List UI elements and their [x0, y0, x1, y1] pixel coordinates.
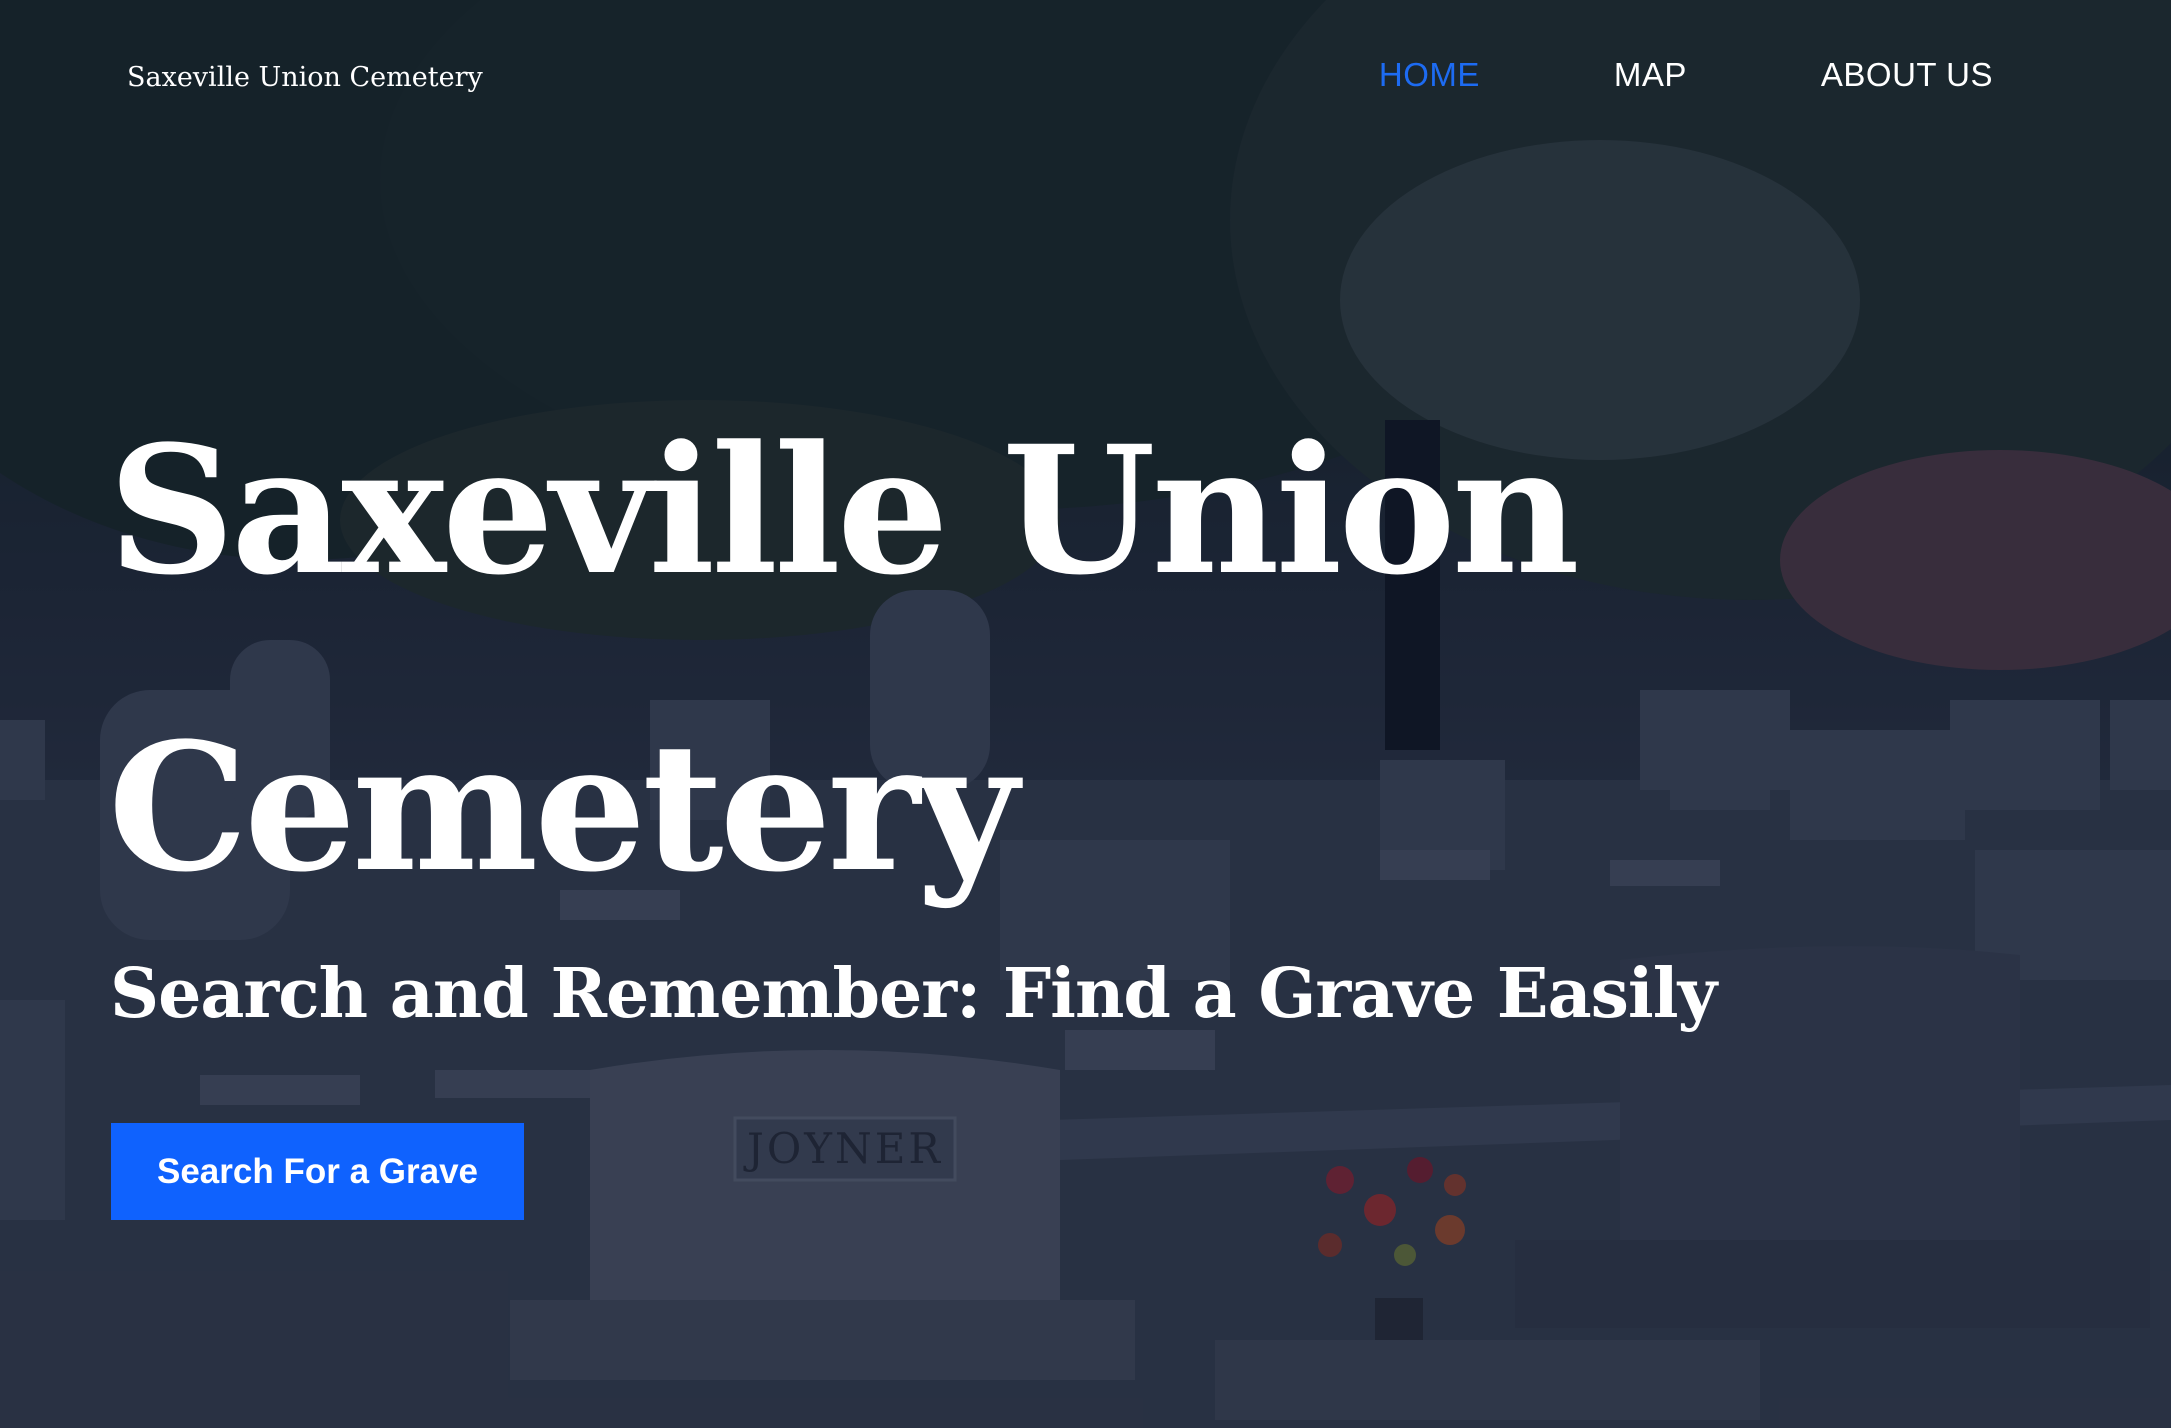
nav-item-map[interactable]: MAP — [1614, 56, 1687, 94]
site-header: Saxeville Union Cemetery HOME MAP ABOUT … — [0, 0, 2171, 160]
main-nav: HOME MAP ABOUT US — [1245, 56, 1993, 94]
site-brand-link[interactable]: Saxeville Union Cemetery — [127, 62, 483, 93]
nav-item-about-us[interactable]: ABOUT US — [1821, 56, 1993, 94]
hero-title: Saxeville Union Cemetery — [108, 407, 1580, 911]
nav-item-home[interactable]: HOME — [1379, 56, 1480, 94]
hero-subtitle: Search and Remember: Find a Grave Easily — [110, 954, 1717, 1034]
search-grave-button[interactable]: Search For a Grave — [111, 1123, 524, 1220]
